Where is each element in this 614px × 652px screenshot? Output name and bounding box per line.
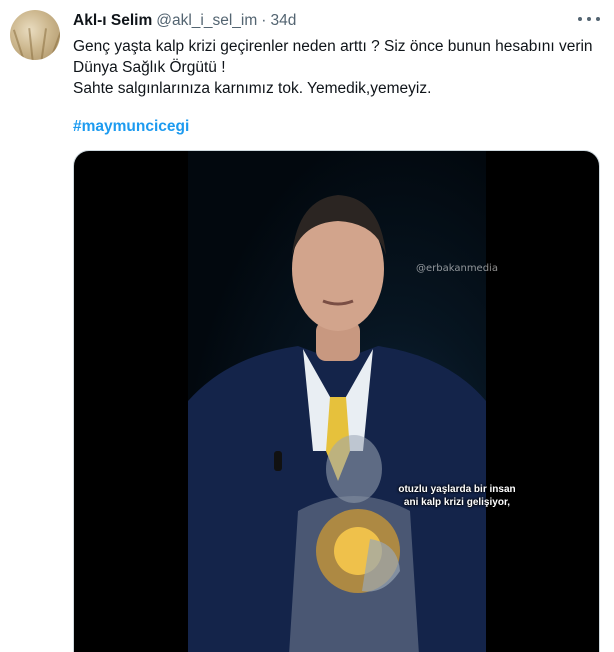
tweet-text: Genç yaşta kalp krizi geçirenler neden a… [73,36,598,99]
display-name[interactable]: Akl-ı Selim [73,12,152,30]
dot [578,17,582,21]
video-subtitle: otuzlu yaşlarda bir insan ani kalp krizi… [392,483,522,509]
dot [596,17,600,21]
timestamp[interactable]: 34d [270,12,296,30]
video-scene [188,195,486,652]
user-handle[interactable]: @akl_i_sel_im [156,12,257,30]
subtitle-line: ani kalp krizi gelişiyor, [403,497,511,508]
subtitle-line: otuzlu yaşlarda bir insan [398,484,516,495]
tweet-text-line: Genç yaşta kalp krizi geçirenler neden a… [73,38,593,55]
avatar[interactable] [10,10,60,60]
tweet-header: Akl-ı Selim @akl_i_sel_im · 34d [73,10,296,32]
dot [587,17,591,21]
video-watermark: @erbakanmedia [416,263,498,274]
separator: · [261,12,267,29]
more-options-icon[interactable] [578,12,600,26]
tweet-text-line: Dünya Sağlık Örgütü ! [73,59,226,76]
hashtag-link[interactable]: #maymuncicegi [73,118,189,136]
video-media[interactable]: @erbakanmedia otuzlu yaşlarda bir insan … [73,150,600,652]
video-frame[interactable]: @erbakanmedia otuzlu yaşlarda bir insan … [188,151,516,652]
tweet: Akl-ı Selim @akl_i_sel_im · 34d Genç yaş… [0,0,614,652]
tweet-text-line: Sahte salgınlarınıza karnımız tok. Yemed… [73,80,432,97]
